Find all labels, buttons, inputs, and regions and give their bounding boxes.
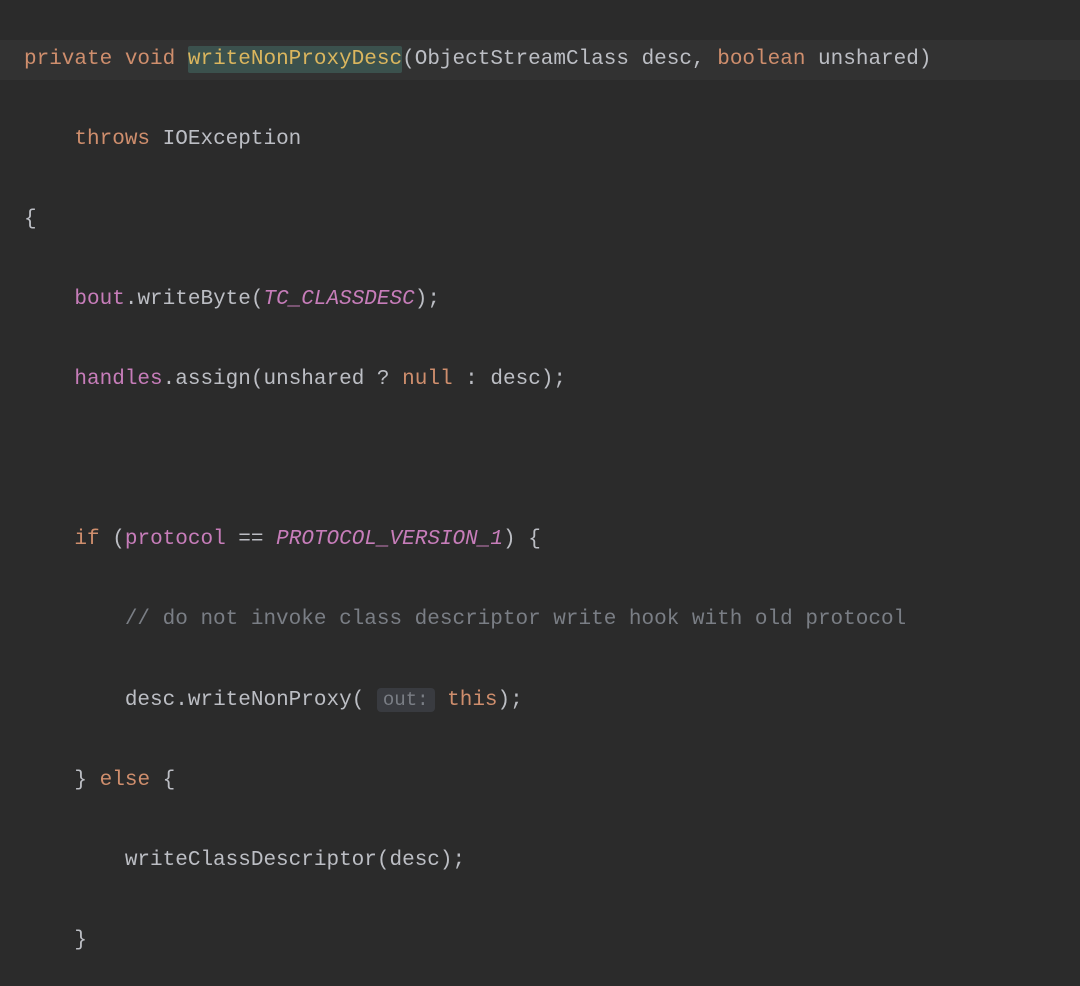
code-line[interactable]: desc.writeNonProxy( out: this); — [0, 680, 1080, 721]
code-editor[interactable]: private void writeNonProxyDesc(ObjectStr… — [0, 0, 1080, 986]
field-ref: protocol — [125, 528, 226, 551]
param-type: ObjectStreamClass — [415, 48, 629, 71]
paren-close: ) — [415, 288, 428, 311]
code-line[interactable]: } else { — [0, 761, 1080, 801]
keyword-private: private — [24, 48, 112, 71]
field-ref: handles — [74, 368, 162, 391]
brace-open: { — [24, 208, 37, 231]
param-name: desc — [642, 48, 692, 71]
exception-type: IOException — [163, 128, 302, 151]
code-line[interactable]: handles.assign(unshared ? null : desc); — [0, 360, 1080, 400]
keyword-else: else — [100, 769, 150, 792]
identifier: desc — [125, 689, 175, 712]
keyword-void: void — [125, 48, 175, 71]
method-name: writeNonProxyDesc — [188, 46, 402, 73]
dot: . — [175, 689, 188, 712]
keyword-throws: throws — [74, 128, 150, 151]
semicolon: ; — [510, 689, 523, 712]
paren-open: ( — [377, 849, 390, 872]
ternary-colon: : — [465, 368, 478, 391]
semicolon: ; — [553, 368, 566, 391]
paren-open: ( — [402, 48, 415, 71]
paren-open: ( — [251, 368, 264, 391]
constant: TC_CLASSDESC — [263, 288, 414, 311]
op-eq: == — [238, 528, 263, 551]
blank-line[interactable] — [0, 440, 1080, 480]
constant: PROTOCOL_VERSION_1 — [276, 528, 503, 551]
comma: , — [692, 48, 705, 71]
paren-close: ) — [541, 368, 554, 391]
keyword-null: null — [402, 368, 452, 391]
paren-close: ) — [498, 689, 511, 712]
brace-open: { — [528, 528, 541, 551]
brace-close: } — [74, 769, 87, 792]
ternary-q: ? — [377, 368, 390, 391]
code-line[interactable]: // do not invoke class descriptor write … — [0, 600, 1080, 640]
field-ref: bout — [74, 288, 124, 311]
brace-open: { — [163, 769, 176, 792]
code-line[interactable]: } — [0, 921, 1080, 961]
code-line[interactable]: writeClassDescriptor(desc); — [0, 841, 1080, 881]
method-call: writeByte — [137, 288, 250, 311]
keyword-boolean: boolean — [717, 48, 805, 71]
method-call: writeNonProxy — [188, 689, 352, 712]
dot: . — [125, 288, 138, 311]
method-call: assign — [175, 368, 251, 391]
semicolon: ; — [453, 849, 466, 872]
identifier: unshared — [263, 368, 364, 391]
param-hint: out: — [377, 688, 435, 712]
paren-open: ( — [112, 528, 125, 551]
paren-close: ) — [440, 849, 453, 872]
identifier: desc — [389, 849, 439, 872]
code-line[interactable]: if (protocol == PROTOCOL_VERSION_1) { — [0, 520, 1080, 560]
paren-close: ) — [919, 48, 932, 71]
code-line[interactable]: { — [0, 200, 1080, 240]
comment: // do not invoke class descriptor write … — [125, 608, 906, 631]
paren-open: ( — [251, 288, 264, 311]
code-line[interactable]: throws IOException — [0, 120, 1080, 160]
param-name: unshared — [818, 48, 919, 71]
paren-open: ( — [352, 689, 365, 712]
semicolon: ; — [427, 288, 440, 311]
paren-close: ) — [503, 528, 516, 551]
dot: . — [163, 368, 176, 391]
keyword-this: this — [447, 689, 497, 712]
code-line[interactable]: private void writeNonProxyDesc(ObjectStr… — [0, 40, 1080, 80]
brace-close: } — [74, 929, 87, 952]
keyword-if: if — [74, 528, 99, 551]
code-line[interactable]: bout.writeByte(TC_CLASSDESC); — [0, 280, 1080, 320]
method-call: writeClassDescriptor — [125, 849, 377, 872]
identifier: desc — [490, 368, 540, 391]
